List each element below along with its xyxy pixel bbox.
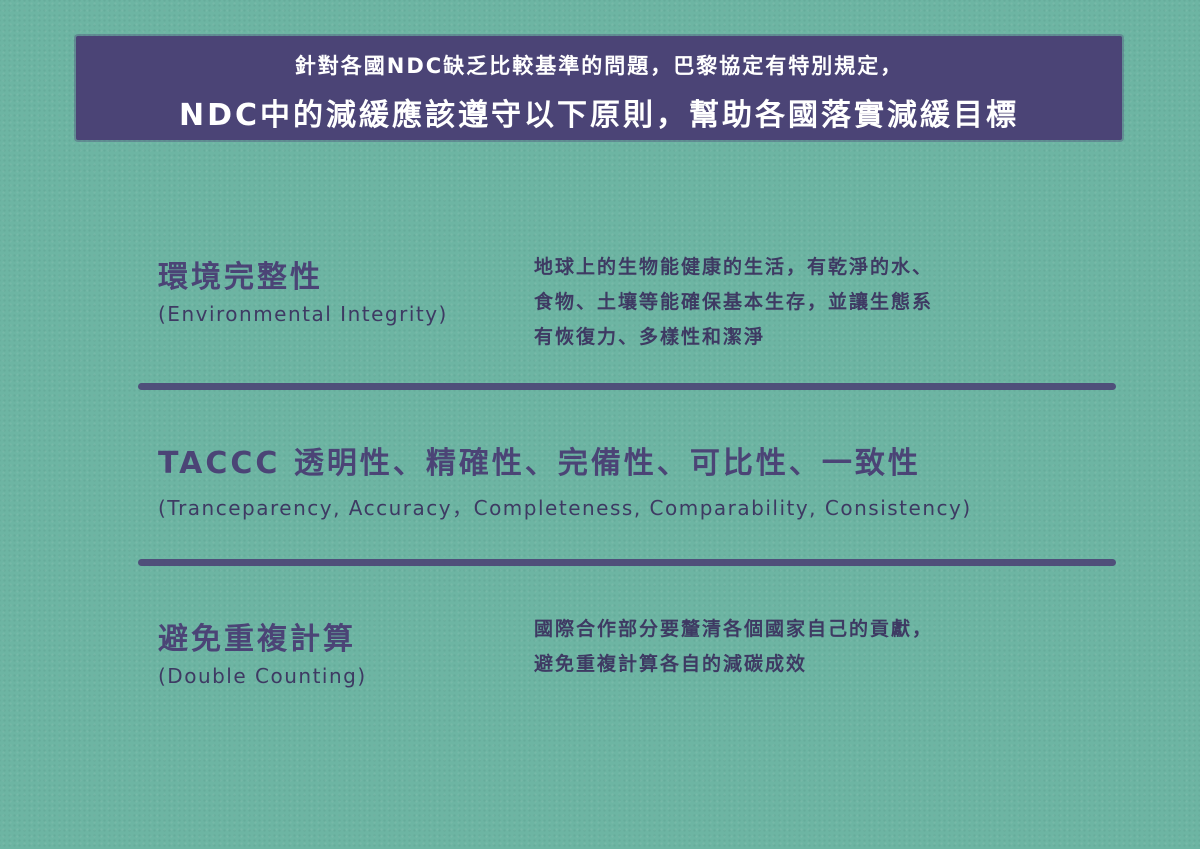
section-taccc: TACCC 透明性、精確性、完備性、可比性、一致性 (Tranceparency… xyxy=(158,438,972,521)
section-title-zh: 避免重複計算 xyxy=(158,622,356,657)
section-double-counting: 避免重複計算 (Double Counting) xyxy=(158,614,367,688)
section-title-zh: TACCC 透明性、精確性、完備性、可比性、一致性 xyxy=(158,446,921,481)
description-line: 國際合作部分要釐清各個國家自己的貢獻， xyxy=(534,618,934,640)
description-line: 有恢復力、多樣性和潔淨 xyxy=(534,326,766,348)
divider xyxy=(138,559,1116,566)
description-line: 地球上的生物能健康的生活，有乾淨的水、 xyxy=(534,256,934,278)
description-line: 避免重複計算各自的減碳成效 xyxy=(534,653,808,675)
description-line: 食物、土壤等能確保基本生存，並讓生態系 xyxy=(534,291,934,313)
section-environmental-integrity: 環境完整性 (Environmental Integrity) xyxy=(158,252,448,326)
section-title-en: (Environmental Integrity) xyxy=(158,302,448,326)
section-title-en: (Tranceparency, Accuracy，Completeness, C… xyxy=(158,496,972,520)
section-description: 地球上的生物能健康的生活，有乾淨的水、 食物、土壤等能確保基本生存，並讓生態系 … xyxy=(534,250,933,355)
banner-title: NDC中的減緩應該遵守以下原則，幫助各國落實減緩目標 xyxy=(178,98,1020,133)
divider xyxy=(138,383,1116,390)
section-description: 國際合作部分要釐清各個國家自己的貢獻， 避免重複計算各自的減碳成效 xyxy=(534,612,933,682)
section-title-en: (Double Counting) xyxy=(158,664,367,688)
section-title-zh: 環境完整性 xyxy=(158,260,323,295)
banner-subtitle: 針對各國NDC缺乏比較基準的問題，巴黎協定有特別規定， xyxy=(294,54,904,78)
header-banner: 針對各國NDC缺乏比較基準的問題，巴黎協定有特別規定， NDC中的減緩應該遵守以… xyxy=(76,36,1122,140)
